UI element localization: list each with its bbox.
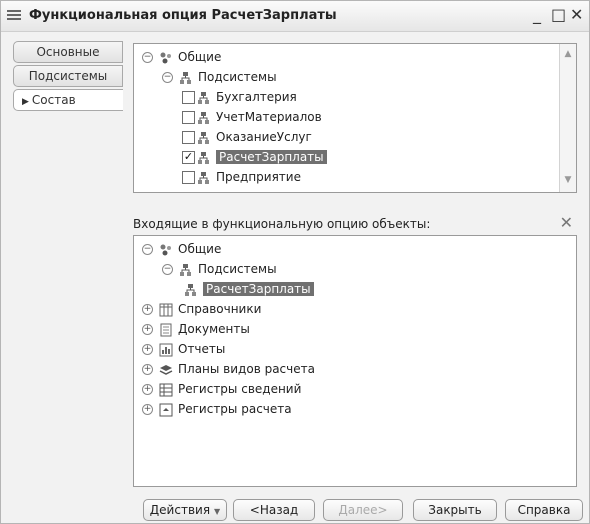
tree-node[interactable]: + Регистры сведений — [142, 380, 301, 398]
tree-node[interactable]: − Общие — [142, 48, 221, 66]
subsystem-icon — [197, 111, 211, 125]
node-checkbox[interactable] — [182, 131, 195, 144]
tree-node[interactable]: − Подсистемы — [162, 68, 277, 86]
tree-node-label: Документы — [178, 322, 250, 336]
clear-icon[interactable]: ✕ — [560, 213, 573, 232]
tree-node[interactable]: Предприятие — [182, 168, 301, 186]
subsystems-icon — [179, 71, 193, 85]
tree-node-label: Отчеты — [178, 342, 226, 356]
section-label: Входящие в функциональную опцию объекты: — [133, 217, 431, 231]
report-icon — [159, 343, 173, 357]
help-button[interactable]: Справка — [505, 499, 583, 521]
tree-node[interactable]: + Регистры расчета — [142, 400, 292, 418]
window-title: Функциональная опция РасчетЗарплаты — [29, 8, 337, 23]
actions-label: Действия — [149, 503, 211, 517]
minimize-button[interactable]: _ — [533, 5, 541, 25]
catalog-icon — [159, 303, 173, 317]
next-button[interactable]: Далее> — [323, 499, 403, 521]
maximize-button[interactable]: □ — [551, 5, 566, 25]
subsystem-icon — [184, 283, 198, 297]
chevron-down-icon: ▼ — [214, 507, 221, 516]
objects-tree[interactable]: − Общие − Подсистемы РасчетЗарплаты + Справочн… — [133, 235, 577, 487]
scroll-up-icon[interactable]: ▲ — [560, 46, 576, 62]
tree-node[interactable]: + Отчеты — [142, 340, 225, 358]
node-checkbox[interactable] — [182, 171, 195, 184]
tab-list: Основные Подсистемы ▶ Состав — [13, 41, 123, 113]
subsystems-tree[interactable]: − Общие − Подсистемы Бухгалтерия УчетМатериал… — [133, 43, 577, 193]
tree-node-label: Справочники — [178, 302, 262, 316]
tree-node[interactable]: УчетМатериалов — [182, 108, 322, 126]
tree-node[interactable]: ✓ РасчетЗарплаты — [182, 148, 327, 166]
window-menu-icon[interactable] — [7, 10, 21, 22]
tree-node[interactable]: ОказаниеУслуг — [182, 128, 312, 146]
tree-node-label: Подсистемы — [198, 70, 277, 84]
subsystem-icon — [197, 171, 211, 185]
collapse-icon[interactable]: − — [142, 52, 153, 63]
tree-node-label: Регистры расчета — [178, 402, 292, 416]
tree-node-label: УчетМатериалов — [216, 110, 322, 124]
tree-node-label: РасчетЗарплаты — [216, 150, 327, 164]
tree-node[interactable]: Бухгалтерия — [182, 88, 297, 106]
info-register-icon — [159, 383, 173, 397]
common-icon — [159, 243, 173, 257]
document-icon — [159, 323, 173, 337]
tree-node[interactable]: + Справочники — [142, 300, 261, 318]
tree-node-label: Общие — [178, 50, 222, 64]
node-checkbox[interactable] — [182, 91, 195, 104]
calc-plan-icon — [159, 363, 173, 377]
common-icon — [159, 51, 173, 65]
calc-register-icon — [159, 403, 173, 417]
active-tab-arrow-icon: ▶ — [22, 97, 29, 107]
tree-node-label: РасчетЗарплаты — [203, 282, 314, 296]
tab-content[interactable]: ▶ Состав — [13, 89, 123, 111]
tree-node-label: Бухгалтерия — [216, 90, 297, 104]
expand-icon[interactable]: + — [142, 324, 153, 335]
expand-icon[interactable]: + — [142, 384, 153, 395]
tree-node[interactable]: + Документы — [142, 320, 250, 338]
tree-node[interactable]: + Планы видов расчета — [142, 360, 315, 378]
tree-node-label: Общие — [178, 242, 222, 256]
collapse-icon[interactable]: − — [142, 244, 153, 255]
subsystem-icon — [197, 91, 211, 105]
close-button[interactable]: Закрыть — [413, 499, 497, 521]
node-checkbox[interactable] — [182, 111, 195, 124]
scroll-down-icon[interactable]: ▼ — [560, 172, 576, 188]
tab-subsystems[interactable]: Подсистемы — [13, 65, 123, 87]
collapse-icon[interactable]: − — [162, 72, 173, 83]
tree-node[interactable]: − Общие — [142, 240, 221, 258]
button-bar: Действия ▼ <Назад Далее> Закрыть Справка — [125, 499, 585, 523]
node-checkbox[interactable]: ✓ — [182, 151, 195, 164]
expand-icon[interactable]: + — [142, 404, 153, 415]
tree-node-label: Подсистемы — [198, 262, 277, 276]
subsystem-icon — [197, 131, 211, 145]
tab-basic[interactable]: Основные — [13, 41, 123, 63]
expand-icon[interactable]: + — [142, 364, 153, 375]
tree-node-label: Планы видов расчета — [178, 362, 315, 376]
tree-node[interactable]: РасчетЗарплаты — [182, 280, 314, 298]
tree-node-label: Предприятие — [216, 170, 301, 184]
collapse-icon[interactable]: − — [162, 264, 173, 275]
tree-node[interactable]: − Подсистемы — [162, 260, 277, 278]
back-button[interactable]: <Назад — [233, 499, 315, 521]
dialog-window: Функциональная опция РасчетЗарплаты _ □ … — [0, 0, 590, 524]
actions-button[interactable]: Действия ▼ — [143, 499, 227, 521]
expand-icon[interactable]: + — [142, 344, 153, 355]
content-pane: − Общие − Подсистемы Бухгалтерия УчетМатериал… — [125, 37, 585, 521]
close-window-button[interactable]: ✕ — [570, 5, 583, 25]
subsystems-icon — [179, 263, 193, 277]
expand-icon[interactable]: + — [142, 304, 153, 315]
vertical-scrollbar[interactable]: ▲ ▼ — [559, 44, 576, 192]
tab-content-label: Состав — [31, 93, 76, 107]
subsystem-icon — [197, 151, 211, 165]
tree-node-label: Регистры сведений — [178, 382, 302, 396]
title-bar: Функциональная опция РасчетЗарплаты _ □ … — [1, 1, 589, 32]
tree-node-label: ОказаниеУслуг — [216, 130, 312, 144]
